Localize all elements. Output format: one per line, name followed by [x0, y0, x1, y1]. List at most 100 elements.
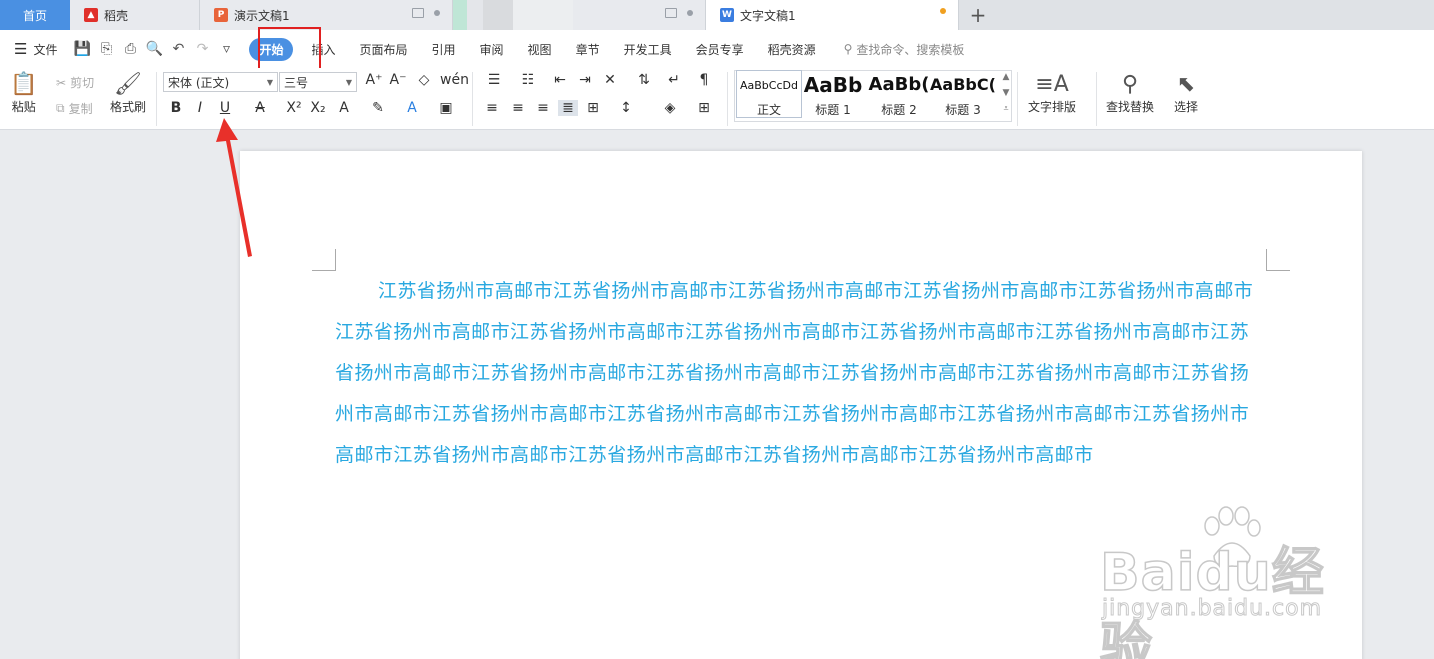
- daoke-logo-icon: ▲: [84, 8, 98, 22]
- command-search[interactable]: ⚲ 查找命令、搜索模板: [828, 41, 965, 58]
- document-body-text[interactable]: 江苏省扬州市高邮市江苏省扬州市高邮市江苏省扬州市高邮市江苏省扬州市高邮市江苏省扬…: [335, 271, 1267, 476]
- tab-membership[interactable]: 会员专享: [684, 41, 756, 58]
- style-expand-icon[interactable]: ⩡: [996, 104, 1016, 114]
- style-scroll-down-icon[interactable]: ▼: [996, 88, 1016, 98]
- grow-font-icon[interactable]: A⁺: [364, 72, 384, 88]
- tab-chapter[interactable]: 章节: [564, 41, 612, 58]
- highlight-color-icon[interactable]: ✎: [368, 100, 388, 116]
- file-menu-button[interactable]: ☰ 文件: [0, 40, 65, 58]
- tab-blurred-right[interactable]: [573, 0, 706, 30]
- bold-icon[interactable]: B: [166, 100, 186, 116]
- style-normal-sample: AaBbCcDd: [740, 79, 798, 92]
- underline-icon[interactable]: U: [215, 100, 235, 116]
- superscript-icon[interactable]: X²: [284, 100, 304, 116]
- align-right-icon[interactable]: ≡: [533, 100, 553, 116]
- tab-writer-label: 文字文稿1: [740, 8, 796, 23]
- file-menu-label: 文件: [33, 42, 58, 57]
- redo-icon[interactable]: ↷: [193, 41, 211, 57]
- font-size-select[interactable]: 三号 ▼: [279, 72, 357, 92]
- style-scroll-up-icon[interactable]: ▲: [996, 72, 1016, 82]
- unsaved-dot-icon: [940, 8, 946, 14]
- numbered-list-icon[interactable]: ☷: [518, 72, 538, 88]
- shading-icon[interactable]: ◈: [660, 100, 680, 116]
- style-heading-2[interactable]: AaBb( 标题 2: [866, 70, 932, 118]
- text-direction-icon[interactable]: ⇅: [634, 72, 654, 88]
- tab-daoke-resources[interactable]: 稻壳资源: [756, 41, 828, 58]
- distributed-align-icon[interactable]: ⊞: [583, 100, 603, 116]
- chinese-layout-icon[interactable]: ✕: [600, 72, 620, 88]
- customize-toolbar-icon[interactable]: ▿: [217, 41, 235, 57]
- line-spacing-icon[interactable]: ↕: [616, 100, 636, 116]
- text-layout-icon: ≡A: [1035, 72, 1069, 97]
- print-preview-icon[interactable]: 🔍: [145, 41, 163, 57]
- new-tab-button[interactable]: +: [959, 0, 997, 30]
- copy-label: 复制: [68, 102, 93, 116]
- cut-button[interactable]: ✂ 剪切: [56, 74, 94, 91]
- tab-close-dot-icon[interactable]: [434, 10, 440, 16]
- phonetic-guide-icon[interactable]: wén: [440, 72, 469, 88]
- style-heading-2-sample: AaBb(: [868, 74, 930, 95]
- italic-icon[interactable]: I: [190, 100, 210, 116]
- copy-button[interactable]: ⧉ 复制: [56, 100, 93, 117]
- increase-indent-icon[interactable]: ⇥: [575, 72, 595, 88]
- monitor-icon[interactable]: [412, 8, 424, 18]
- char-border-icon[interactable]: ▣: [436, 100, 456, 116]
- tab-daoke-label: 稻壳: [104, 8, 129, 23]
- style-normal[interactable]: AaBbCcDd 正文: [736, 70, 802, 118]
- monitor-icon[interactable]: [665, 8, 677, 18]
- tab-home[interactable]: 首页: [0, 0, 70, 30]
- tab-presentation[interactable]: P 演示文稿1: [200, 0, 453, 30]
- margin-corner-top-right: [1266, 249, 1290, 271]
- line-break-icon[interactable]: ↵: [664, 72, 684, 88]
- clipboard-icon: 📋: [10, 72, 38, 97]
- tab-daoke[interactable]: ▲ 稻壳: [70, 0, 200, 30]
- tab-bar: 首页 ▲ 稻壳 P 演示文稿1 W 文字文稿1 +: [0, 0, 1434, 30]
- clear-format-icon[interactable]: ◇: [414, 72, 434, 88]
- show-marks-icon[interactable]: ¶: [694, 72, 714, 88]
- shrink-font-icon[interactable]: A⁻: [388, 72, 408, 88]
- bullet-list-icon[interactable]: ☰: [484, 72, 504, 88]
- watermark-url: jingyan.baidu.com: [1101, 596, 1323, 622]
- borders-icon[interactable]: ⊞: [694, 100, 714, 116]
- decrease-indent-icon[interactable]: ⇤: [550, 72, 570, 88]
- brush-icon: 🖌: [114, 72, 142, 97]
- margin-corner-top-left: [312, 249, 336, 271]
- tab-page-layout[interactable]: 页面布局: [348, 41, 420, 58]
- command-search-placeholder: 查找命令、搜索模板: [856, 42, 965, 57]
- print-icon[interactable]: ⎙: [121, 41, 139, 57]
- strikethrough-icon[interactable]: A: [250, 100, 270, 116]
- export-icon[interactable]: ⎘: [97, 41, 115, 57]
- select-button[interactable]: ⬉ 选择: [1174, 72, 1198, 115]
- cut-label: 剪切: [70, 76, 95, 90]
- style-normal-name: 正文: [756, 103, 781, 117]
- tab-writer-doc[interactable]: W 文字文稿1: [706, 0, 959, 30]
- cursor-arrow-icon: ⬉: [1176, 72, 1196, 97]
- style-heading-3[interactable]: AaBbC( 标题 3: [930, 70, 996, 118]
- align-center-icon[interactable]: ≡: [508, 100, 528, 116]
- text-effect-icon[interactable]: A: [334, 100, 354, 116]
- tab-view[interactable]: 视图: [516, 41, 564, 58]
- font-color-icon[interactable]: A: [402, 100, 422, 116]
- undo-icon[interactable]: ↶: [169, 41, 187, 57]
- font-name-select[interactable]: 宋体 (正文) ▼: [163, 72, 278, 92]
- copy-icon: ⧉: [56, 101, 65, 115]
- separator: [1096, 72, 1097, 126]
- paste-button[interactable]: 📋 粘贴: [10, 72, 37, 115]
- format-painter-button[interactable]: 🖌 格式刷: [110, 72, 146, 115]
- tab-close-dot-icon[interactable]: [687, 10, 693, 16]
- save-icon[interactable]: 💾: [73, 41, 91, 57]
- style-heading-1[interactable]: AaBb 标题 1: [800, 70, 866, 118]
- separator: [472, 72, 473, 126]
- find-replace-button[interactable]: ⚲ 查找替换: [1106, 72, 1154, 115]
- tab-references[interactable]: 引用: [420, 41, 468, 58]
- text-layout-button[interactable]: ≡A 文字排版: [1028, 72, 1076, 115]
- align-left-icon[interactable]: ≡: [482, 100, 502, 116]
- subscript-icon[interactable]: X₂: [308, 100, 328, 116]
- tab-developer[interactable]: 开发工具: [612, 41, 684, 58]
- tab-review[interactable]: 审阅: [468, 41, 516, 58]
- annotation-arrow-icon: [216, 118, 252, 257]
- tab-presentation-label: 演示文稿1: [234, 8, 290, 23]
- justify-icon[interactable]: ≣: [558, 100, 578, 116]
- font-size-value: 三号: [284, 75, 309, 90]
- find-replace-label: 查找替换: [1106, 100, 1155, 114]
